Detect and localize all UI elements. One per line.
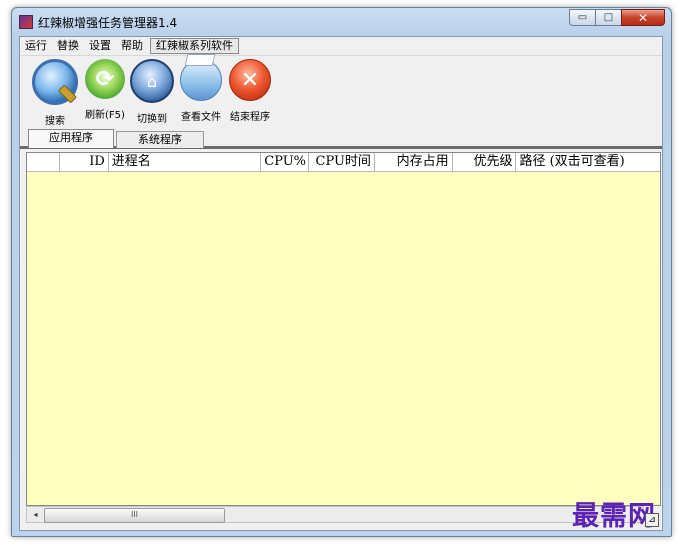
switch-to-button[interactable]: ⌂ 切换到 bbox=[127, 59, 177, 125]
switch-to-icon: ⌂ bbox=[130, 59, 174, 103]
column-header-id[interactable]: ID bbox=[60, 153, 109, 171]
horizontal-scrollbar[interactable]: ◂ III bbox=[26, 506, 644, 523]
switch-to-button-label: 切换到 bbox=[137, 114, 167, 125]
menu-replace[interactable]: 替换 bbox=[52, 37, 84, 55]
scroll-left-arrow-icon[interactable]: ◂ bbox=[27, 507, 44, 522]
folder-icon bbox=[180, 59, 222, 101]
menu-bar: 运行 替换 设置 帮助 红辣椒系列软件 bbox=[20, 37, 662, 56]
process-list[interactable]: ID 进程名 CPU% CPU时间 内存占用 优先级 路径 (双击可查看) bbox=[26, 152, 661, 506]
menu-help[interactable]: 帮助 bbox=[116, 37, 148, 55]
column-header-path[interactable]: 路径 (双击可查看) bbox=[516, 153, 660, 171]
toolbar: 搜索 ⟳ 刷新(F5) ⌂ 切换到 查看文件 ✕ 结束程序 bbox=[20, 57, 662, 127]
tab-strip: 应用程序 系统程序 bbox=[20, 129, 662, 149]
tab-applications[interactable]: 应用程序 bbox=[28, 129, 114, 148]
view-file-button-label: 查看文件 bbox=[181, 112, 221, 123]
menu-settings[interactable]: 设置 bbox=[84, 37, 116, 55]
column-header-process-name[interactable]: 进程名 bbox=[109, 153, 262, 171]
view-file-button[interactable]: 查看文件 bbox=[176, 59, 226, 123]
list-header: ID 进程名 CPU% CPU时间 内存占用 优先级 路径 (双击可查看) bbox=[27, 153, 660, 172]
column-header-cpu-time[interactable]: CPU时间 bbox=[309, 153, 375, 171]
caption-buttons: ▭ □ ✕ bbox=[569, 9, 665, 27]
end-process-button-label: 结束程序 bbox=[230, 112, 270, 123]
menu-series-software[interactable]: 红辣椒系列软件 bbox=[150, 38, 239, 54]
title-bar[interactable]: 红辣椒增强任务管理器1.4 ▭ □ ✕ bbox=[12, 8, 671, 35]
menu-run[interactable]: 运行 bbox=[20, 37, 52, 55]
column-header-select[interactable] bbox=[27, 153, 60, 171]
app-icon bbox=[19, 15, 33, 29]
column-header-cpu-percent[interactable]: CPU% bbox=[261, 153, 310, 171]
search-button-label: 搜索 bbox=[45, 116, 65, 127]
tab-system-programs[interactable]: 系统程序 bbox=[116, 131, 204, 148]
watermark-text: 最需网 bbox=[572, 501, 656, 532]
scrollbar-thumb[interactable]: III bbox=[44, 508, 225, 523]
client-area: 运行 替换 设置 帮助 红辣椒系列软件 搜索 ⟳ 刷新(F5) ⌂ 切换到 查看… bbox=[19, 36, 663, 531]
maximize-button[interactable]: □ bbox=[595, 9, 621, 26]
window-title: 红辣椒增强任务管理器1.4 bbox=[38, 16, 178, 30]
resize-grip-icon[interactable]: ⊿ bbox=[645, 513, 659, 527]
close-button[interactable]: ✕ bbox=[621, 9, 665, 26]
column-header-memory[interactable]: 内存占用 bbox=[375, 153, 453, 171]
refresh-icon: ⟳ bbox=[85, 59, 125, 99]
search-button[interactable]: 搜索 bbox=[30, 59, 80, 127]
column-header-priority[interactable]: 优先级 bbox=[453, 153, 517, 171]
search-icon bbox=[32, 59, 78, 105]
end-process-icon: ✕ bbox=[229, 59, 271, 101]
refresh-button-label: 刷新(F5) bbox=[85, 110, 125, 121]
end-process-button[interactable]: ✕ 结束程序 bbox=[225, 59, 275, 123]
refresh-button[interactable]: ⟳ 刷新(F5) bbox=[80, 59, 130, 121]
main-window: 红辣椒增强任务管理器1.4 ▭ □ ✕ 运行 替换 设置 帮助 红辣椒系列软件 … bbox=[11, 7, 672, 537]
status-bar bbox=[20, 524, 662, 532]
minimize-button[interactable]: ▭ bbox=[569, 9, 595, 26]
